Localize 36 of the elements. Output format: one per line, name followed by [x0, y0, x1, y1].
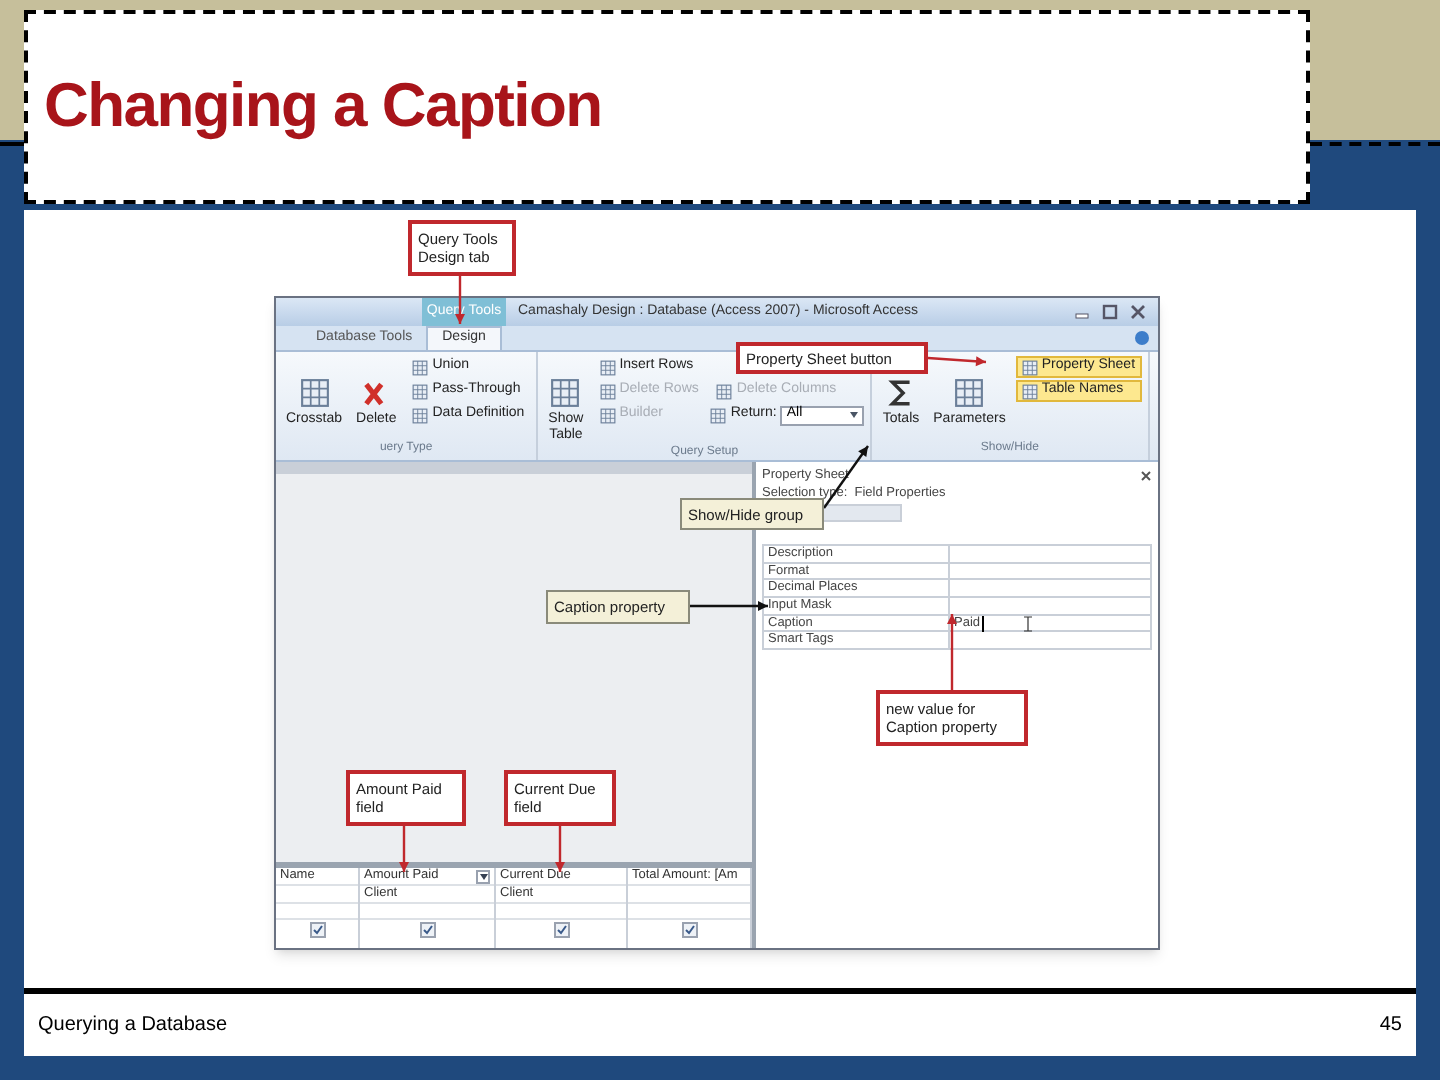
check-icon — [311, 924, 323, 936]
table-icon — [599, 407, 616, 423]
page-number: 45 — [1379, 1012, 1402, 1040]
callout-arrow — [399, 826, 409, 872]
table-icon — [412, 359, 429, 375]
table-icon — [716, 383, 733, 399]
checkbox[interactable] — [309, 922, 325, 938]
slide-title: Changing a Caption — [44, 68, 602, 145]
check-icon — [683, 924, 695, 936]
callout-arrow — [690, 601, 768, 611]
table-icon — [412, 383, 429, 399]
sigma-icon — [885, 378, 916, 408]
callout-arrow — [927, 356, 987, 367]
checkbox[interactable] — [419, 922, 435, 938]
text-cursor-icon — [1024, 615, 1033, 632]
checkbox[interactable] — [681, 922, 697, 938]
caret-icon — [850, 412, 859, 418]
maximize-icon[interactable] — [1102, 304, 1118, 320]
close-icon[interactable] — [1140, 469, 1152, 481]
close-icon[interactable] — [1130, 304, 1146, 320]
table-icon — [710, 407, 727, 423]
table-icon — [599, 383, 616, 399]
callout-arrow — [555, 826, 565, 872]
footer-text: Querying a Database — [38, 1012, 228, 1040]
table-icon — [1021, 383, 1038, 399]
table-icon — [299, 378, 329, 408]
table-icon — [1021, 359, 1038, 375]
check-icon — [421, 924, 433, 936]
table-icon — [550, 378, 581, 408]
check-icon — [555, 924, 567, 936]
table-icon — [599, 359, 616, 375]
checkbox[interactable] — [553, 922, 569, 938]
dropdown-icon[interactable] — [476, 869, 490, 883]
callout-arrow — [947, 614, 957, 690]
table-icon — [412, 407, 429, 423]
table-icon — [954, 378, 985, 408]
